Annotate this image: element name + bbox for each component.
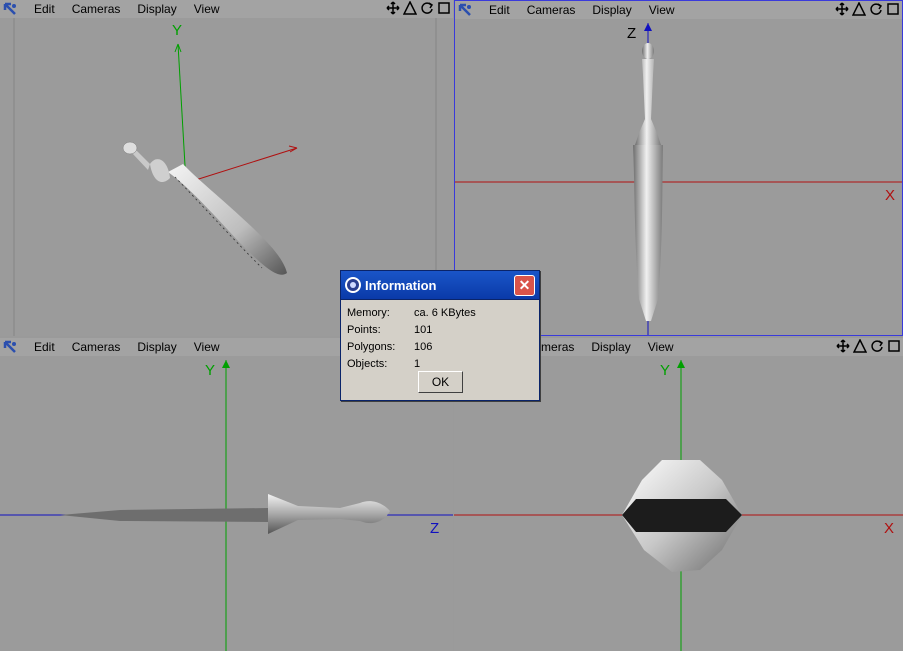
- menu-display[interactable]: Display: [583, 338, 639, 356]
- info-value: 1: [414, 357, 421, 370]
- info-value: ca. 6 KBytes: [414, 306, 476, 319]
- y-axis-label: Y: [172, 22, 183, 39]
- info-label: Points:: [347, 323, 381, 336]
- cinema4d-logo-icon[interactable]: [2, 339, 20, 355]
- menu-edit[interactable]: Edit: [26, 0, 64, 18]
- menu-cameras[interactable]: Cameras: [64, 338, 130, 356]
- info-row-objects: Objects: 1: [347, 355, 533, 372]
- zoom-view-icon[interactable]: [852, 338, 868, 353]
- rotate-view-icon[interactable]: [870, 339, 884, 353]
- rotate-view-icon[interactable]: [869, 2, 883, 16]
- info-label: Polygons:: [347, 340, 396, 353]
- viewport-menubar: Edit Cameras Display View: [0, 0, 453, 18]
- sword-perspective-shape: [122, 141, 287, 275]
- menu-display[interactable]: Display: [129, 0, 185, 18]
- info-label: Memory:: [347, 306, 390, 319]
- menu-display[interactable]: Display: [129, 338, 185, 356]
- x-axis-label: X: [884, 520, 895, 537]
- y-axis-label: Y: [660, 362, 671, 379]
- zoom-view-icon[interactable]: [402, 0, 418, 15]
- y-axis-label: Y: [205, 362, 216, 379]
- menu-view[interactable]: View: [186, 0, 229, 18]
- z-axis-label: Z: [430, 520, 440, 537]
- menu-view[interactable]: View: [186, 338, 229, 356]
- menu-display[interactable]: Display: [584, 1, 640, 19]
- z-axis-label: Z: [627, 25, 637, 42]
- cinema4d-logo-icon[interactable]: [457, 2, 475, 18]
- info-label: Objects:: [347, 357, 388, 370]
- information-dialog: Information ✕ Memory: ca. 6 KBytes Point…: [340, 270, 540, 401]
- sword-side-shape: [60, 494, 390, 534]
- menu-view[interactable]: View: [640, 338, 683, 356]
- menu-edit[interactable]: Edit: [26, 338, 64, 356]
- app-icon: [345, 277, 361, 293]
- info-value: 101: [414, 323, 433, 336]
- maximize-view-icon[interactable]: [437, 1, 451, 15]
- zoom-view-icon[interactable]: [851, 1, 867, 16]
- x-axis-line: [185, 147, 298, 184]
- menu-cameras[interactable]: Cameras: [64, 0, 130, 18]
- viewport-menubar: Edit Cameras Display View: [455, 1, 902, 19]
- close-button[interactable]: ✕: [514, 275, 535, 296]
- menu-cameras[interactable]: Cameras: [519, 1, 585, 19]
- move-view-icon[interactable]: [386, 1, 400, 15]
- maximize-view-icon[interactable]: [886, 2, 900, 16]
- sword-front-shape: [633, 43, 663, 321]
- sword-top-shape: [622, 460, 742, 572]
- menu-view[interactable]: View: [641, 1, 684, 19]
- info-value: 106: [414, 340, 433, 353]
- info-row-points: Points: 101: [347, 321, 533, 338]
- y-axis-line: [177, 43, 187, 184]
- dialog-body: Memory: ca. 6 KBytes Points: 101 Polygon…: [341, 300, 539, 372]
- maximize-view-icon[interactable]: [887, 339, 901, 353]
- close-icon: ✕: [518, 277, 531, 293]
- dialog-title: Information: [365, 277, 437, 293]
- x-axis-label: X: [885, 187, 896, 204]
- move-view-icon[interactable]: [835, 2, 849, 16]
- dialog-titlebar[interactable]: Information: [341, 271, 539, 300]
- ok-button[interactable]: OK: [418, 371, 463, 393]
- menu-edit[interactable]: Edit: [481, 1, 519, 19]
- cinema4d-logo-icon[interactable]: [2, 1, 20, 17]
- info-row-memory: Memory: ca. 6 KBytes: [347, 304, 533, 321]
- move-view-icon[interactable]: [836, 339, 850, 353]
- info-row-polygons: Polygons: 106: [347, 338, 533, 355]
- rotate-view-icon[interactable]: [420, 1, 434, 15]
